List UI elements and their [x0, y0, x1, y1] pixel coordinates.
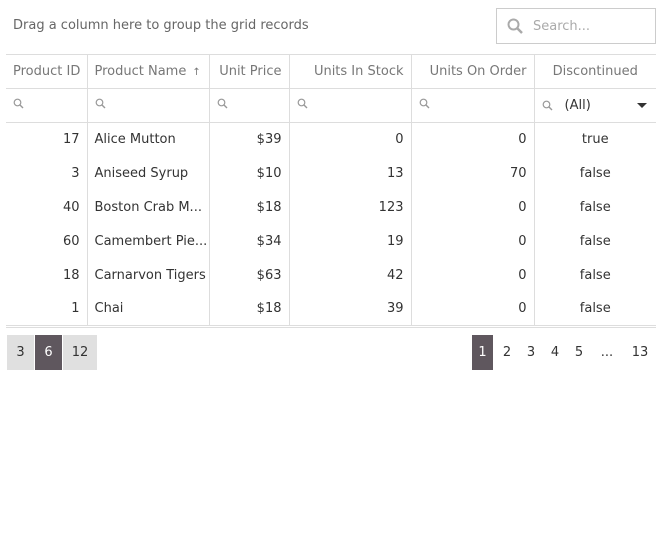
table-cell: 40 — [62, 200, 80, 215]
table-cell: 0 — [410, 258, 534, 293]
table-row[interactable]: 17 Alice Mutton $39 0 0 true — [6, 122, 656, 157]
table-cell: false — [533, 292, 656, 328]
table-cell: 0 — [410, 224, 534, 259]
filter-cell[interactable] — [410, 88, 534, 123]
filter-search-icon — [95, 98, 105, 109]
table-cell: 0 — [410, 292, 534, 328]
table-row[interactable]: 40 Boston Crab M... $18 123 0 false — [6, 190, 656, 225]
filter-search-icon — [13, 98, 24, 109]
filter-search-icon — [297, 98, 307, 109]
table-cell: false — [533, 156, 656, 191]
filter-search-icon — [419, 98, 429, 109]
table-cell: false — [533, 258, 656, 293]
discontinued-filter-select[interactable]: (All) — [542, 98, 650, 113]
table-row[interactable]: 1 Chai $18 39 0 false — [6, 292, 656, 328]
filter-cell[interactable]: (All) — [533, 88, 656, 123]
table-cell: Carnarvon Tigers — [86, 258, 209, 293]
table-cell: 0 — [288, 122, 411, 157]
table-cell: $39 — [208, 122, 289, 157]
table-cell: $10 — [208, 156, 289, 191]
table-cell: Aniseed Syrup — [86, 156, 209, 191]
table-row[interactable]: 60 Camembert Pie... $34 19 0 false — [6, 224, 656, 259]
page-size-12[interactable]: 12 — [63, 335, 97, 370]
page-2[interactable]: 2 — [496, 335, 518, 370]
filter-cell[interactable] — [208, 88, 289, 123]
sort-ascending-icon: ↑ — [192, 67, 201, 78]
table-cell: 123 — [288, 190, 411, 225]
table-cell: Boston Crab M... — [86, 190, 209, 225]
page-5[interactable]: 5 — [568, 335, 590, 370]
table-cell: 18 — [62, 268, 80, 283]
table-cell: 0 — [410, 122, 534, 157]
table-cell: 39 — [288, 292, 411, 328]
page-3[interactable]: 3 — [520, 335, 542, 370]
table-row[interactable]: 18 Carnarvon Tigers $63 42 0 false — [6, 258, 656, 293]
table-cell: $63 — [208, 258, 289, 293]
table-cell: $34 — [208, 224, 289, 259]
table-cell: 70 — [410, 156, 534, 191]
data-grid: Product ID Product Name ↑ Unit Price Unit… — [6, 54, 656, 328]
filter-search-icon — [542, 100, 552, 111]
dropdown-arrow-icon — [637, 103, 647, 108]
header-unit-price[interactable]: Unit Price — [208, 54, 289, 89]
search-input[interactable]: Search... — [496, 8, 656, 44]
table-cell: 19 — [288, 224, 411, 259]
page-size-3[interactable]: 3 — [7, 335, 34, 370]
search-placeholder: Search... — [533, 18, 591, 34]
table-cell: Chai — [86, 292, 209, 328]
table-cell: 42 — [288, 258, 411, 293]
table-cell: Alice Mutton — [86, 122, 209, 157]
filter-cell[interactable] — [6, 88, 87, 123]
table-cell: 3 — [71, 166, 80, 181]
header-units-in-stock[interactable]: Units In Stock — [288, 54, 411, 89]
search-icon — [507, 18, 523, 34]
table-row[interactable]: 3 Aniseed Syrup $10 13 70 false — [6, 156, 656, 191]
header-units-on-order[interactable]: Units On Order — [410, 54, 534, 89]
filter-cell[interactable] — [86, 88, 209, 123]
table-cell: $18 — [208, 292, 289, 328]
table-cell: 0 — [410, 190, 534, 225]
table-cell: false — [533, 190, 656, 225]
page-13[interactable]: 13 — [624, 335, 656, 370]
page-size-6[interactable]: 6 — [35, 335, 62, 370]
table-cell: $18 — [208, 190, 289, 225]
filter-cell[interactable] — [288, 88, 411, 123]
page-4[interactable]: 4 — [544, 335, 566, 370]
table-cell: 17 — [62, 132, 80, 148]
header-product-name[interactable]: Product Name ↑ — [86, 54, 209, 89]
table-cell: 13 — [288, 156, 411, 191]
filter-search-icon — [217, 98, 227, 109]
group-panel: Drag a column here to group the grid rec… — [13, 18, 309, 33]
page-1[interactable]: 1 — [472, 335, 493, 370]
filter-value: (All) — [564, 98, 591, 113]
table-cell: true — [533, 122, 656, 157]
table-cell: 60 — [62, 234, 80, 249]
header-product-id[interactable]: Product ID — [6, 54, 87, 89]
header-discontinued[interactable]: Discontinued — [533, 54, 656, 89]
table-cell: false — [533, 224, 656, 259]
page-ellipsis[interactable]: ... — [592, 335, 622, 370]
header-label: Product Name — [94, 64, 187, 79]
table-cell: Camembert Pie... — [86, 224, 209, 259]
table-cell: 1 — [6, 292, 87, 328]
